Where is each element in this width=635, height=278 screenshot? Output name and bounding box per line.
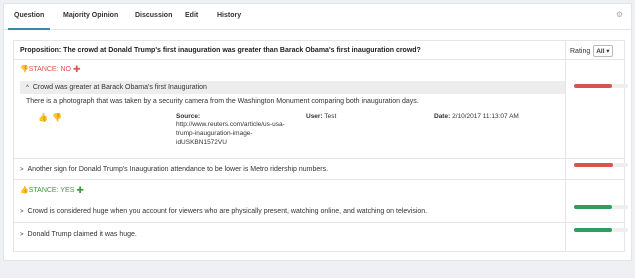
- source-label: Source:: [176, 113, 201, 120]
- reason-text: Another sign for Donald Trump's Inaugura…: [27, 166, 329, 173]
- tab-question[interactable]: Question: [7, 12, 51, 30]
- rating-filter: Rating All ▾: [570, 45, 613, 57]
- divider: [14, 59, 624, 60]
- proposition-panel: Proposition: The crowd at Donald Trump's…: [13, 40, 628, 252]
- date-value: 2/10/2017 11:13:07 AM: [452, 113, 519, 120]
- add-no-reason-button[interactable]: ✚: [73, 64, 81, 74]
- reason-source: Source: http://www.reuters.com/article/u…: [176, 113, 285, 147]
- reason-item[interactable]: > Donald Trump claimed it was huge.: [20, 231, 565, 238]
- divider: [14, 222, 624, 223]
- rating-bar-fill: [574, 205, 612, 209]
- thumbs-up-icon: 👍: [20, 187, 29, 194]
- rating-label: Rating: [570, 48, 591, 55]
- thumbs-down-icon[interactable]: 👎: [52, 113, 62, 122]
- rating-bar: [574, 84, 628, 88]
- gear-icon[interactable]: ⚙: [616, 11, 623, 19]
- reason-text: Donald Trump claimed it was huge.: [27, 231, 137, 238]
- source-url-line[interactable]: http://www.reuters.com/article/us-usa-: [176, 120, 285, 129]
- caret-right-icon[interactable]: >: [20, 167, 24, 173]
- caret-right-icon[interactable]: >: [20, 209, 24, 215]
- rating-bar: [574, 163, 628, 167]
- stance-no-header: 👎STANCE: NO ✚: [20, 64, 81, 75]
- tab-edit[interactable]: Edit: [185, 12, 198, 19]
- reason-item[interactable]: > Another sign for Donald Trump's Inaugur…: [20, 166, 565, 173]
- user-value: Test: [324, 113, 337, 120]
- rating-bar-fill: [574, 228, 612, 232]
- reason-item[interactable]: > Crowd is considered huge when you accou…: [20, 208, 565, 215]
- divider: [14, 179, 624, 180]
- stance-yes-label: STANCE: YES: [28, 187, 75, 194]
- column-divider: [565, 41, 566, 251]
- reason-item[interactable]: ^ Crowd was greater at Barack Obama's fir…: [20, 81, 565, 94]
- reason-user: User: Test: [306, 113, 336, 120]
- proposition-title: Proposition: The crowd at Donald Trump's…: [20, 47, 421, 54]
- rating-bar-fill: [574, 163, 613, 167]
- rating-bar-fill: [574, 84, 612, 88]
- rating-select[interactable]: All ▾: [593, 45, 613, 57]
- reason-detail: There is a photograph that was taken by …: [26, 98, 419, 105]
- question-card: Question Majority Opinion Discussion Edi…: [3, 3, 632, 261]
- date-label: Date:: [434, 113, 451, 120]
- stance-yes-header: 👍STANCE: YES ✚: [20, 185, 84, 196]
- stance-no-label: STANCE: NO: [28, 66, 71, 73]
- source-url-line[interactable]: trump-inauguration-image-: [176, 129, 285, 138]
- add-yes-reason-button[interactable]: ✚: [76, 185, 84, 195]
- reason-text: Crowd is considered huge when you accoun…: [27, 208, 428, 215]
- tab-discussion[interactable]: Discussion: [135, 12, 172, 19]
- rating-selected-value: All: [596, 48, 605, 55]
- reason-date: Date: 2/10/2017 11:13:07 AM: [434, 113, 519, 120]
- source-url-line[interactable]: idUSKBN1572VU: [176, 138, 285, 147]
- divider: [14, 158, 624, 159]
- tab-majority-opinion[interactable]: Majority Opinion: [63, 12, 118, 19]
- tab-history[interactable]: History: [217, 12, 241, 19]
- rating-bar: [574, 205, 628, 209]
- rating-bar: [574, 228, 628, 232]
- caret-right-icon[interactable]: >: [20, 232, 24, 238]
- caret-up-icon[interactable]: ^: [26, 85, 29, 91]
- thumbs-down-icon: 👎: [20, 66, 29, 73]
- thumbs-up-icon[interactable]: 👍: [38, 113, 48, 122]
- user-label: User:: [306, 113, 323, 120]
- reason-text: Crowd was greater at Barack Obama's firs…: [32, 84, 207, 91]
- tab-bar: Question Majority Opinion Discussion Edi…: [4, 4, 631, 30]
